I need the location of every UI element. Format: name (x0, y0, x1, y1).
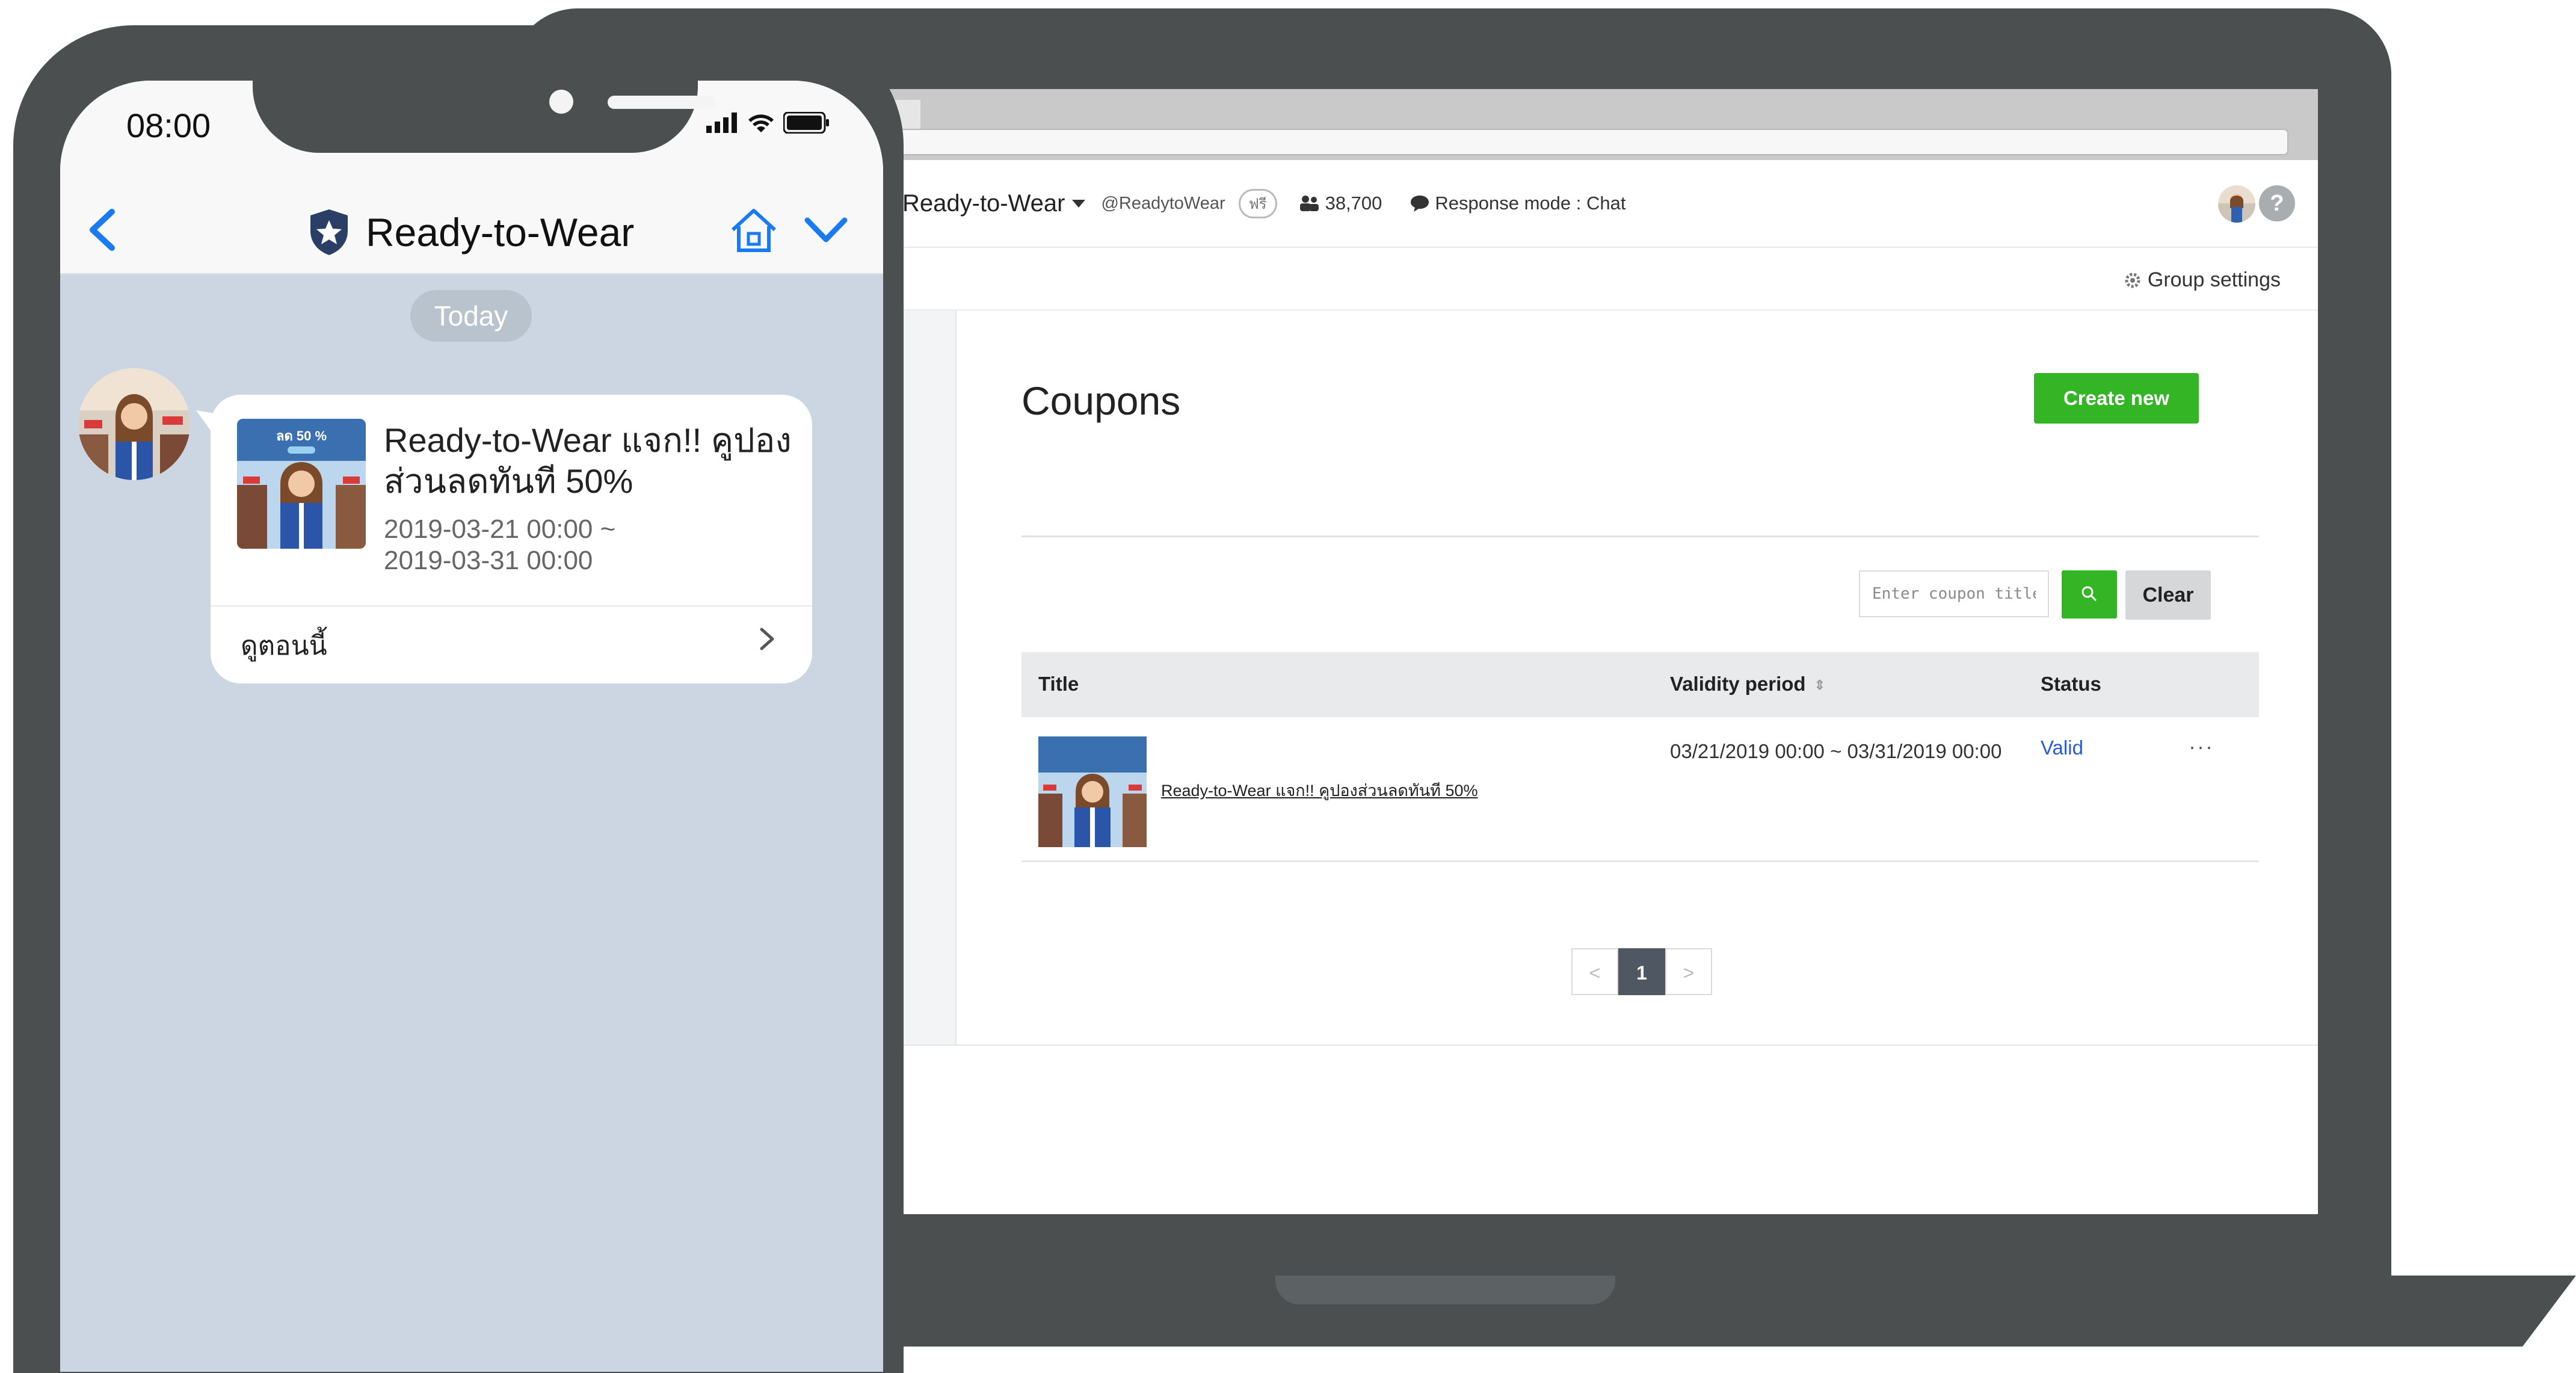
camera-dot (549, 90, 573, 114)
pagination-prev[interactable]: < (1571, 948, 1618, 995)
friends-count-value: 38,700 (1325, 193, 1382, 214)
group-settings-label: Group settings (2147, 268, 2281, 291)
page-title: Coupons (1021, 378, 1181, 423)
status-time: 08:00 (126, 106, 211, 144)
clear-button[interactable]: Clear (2125, 570, 2211, 620)
table-header: Title Validity period ⇕ Status (1021, 652, 2259, 717)
coupon-status: Valid (2041, 736, 2083, 759)
battery-icon (783, 112, 829, 134)
thumb-badge: ลด 50 % (276, 428, 327, 443)
title-divider (1021, 535, 2259, 537)
back-chevron-icon[interactable] (78, 203, 126, 256)
message-date-end: 2019-03-31 00:00 (384, 546, 593, 575)
row-more-button[interactable]: ··· (2189, 734, 2214, 759)
coupons-content: Coupons Create new Clear Title Validity … (957, 310, 2318, 1044)
laptop-base (794, 1276, 2576, 1347)
message-title: Ready-to-Wear แจก!! คูปองส่วนลดทันที 50% (384, 421, 792, 500)
search-icon (2081, 586, 2097, 601)
help-icon[interactable]: ? (2259, 185, 2295, 221)
table-row: Ready-to-Wear แจก!! คูปองส่วนลดทันที 50%… (1021, 717, 2259, 862)
chevron-right-icon[interactable] (752, 621, 782, 657)
wifi-icon (748, 114, 774, 132)
phone-frame: 08:00 Ready-to-Wear Today ลด 50 % Ready-… (13, 25, 904, 1373)
column-status: Status (2041, 673, 2101, 695)
bubble-divider (211, 605, 812, 606)
laptop-trackpad-notch (1275, 1276, 1615, 1304)
message-dates: 2019-03-21 00:00 ~ 2019-03-31 00:00 (384, 514, 721, 576)
app-header: Ready-to-Wear @ReadytoWear ฟรี 38,700 Re… (872, 160, 2318, 248)
status-icons (706, 112, 830, 134)
message-date-start: 2019-03-21 00:00 ~ (384, 514, 616, 544)
column-validity-label: Validity period (1670, 673, 1806, 695)
pagination: < 1 > (1571, 948, 1712, 995)
account-handle: @ReadytoWear (1101, 193, 1225, 213)
account-avatar[interactable] (2218, 185, 2255, 223)
coupon-validity: 03/21/2019 00:00 ~ 03/31/2019 00:00 (1670, 740, 2002, 762)
message-thumbnail: ลด 50 % (237, 419, 366, 549)
coupon-search-input[interactable] (1859, 570, 2049, 617)
browser-address-bar[interactable] (872, 129, 2288, 155)
phone-notch (253, 81, 716, 153)
phone-screen: 08:00 Ready-to-Wear Today ลด 50 % Ready-… (60, 81, 883, 1372)
coupon-title-link[interactable]: Ready-to-Wear แจก!! คูปองส่วนลดทันที 50% (1161, 777, 1478, 803)
caret-down-icon[interactable] (1072, 199, 1086, 208)
chat-nav-bar: Ready-to-Wear (60, 187, 883, 275)
create-new-button[interactable]: Create new (2034, 373, 2199, 424)
sub-header: Group settings (872, 248, 2318, 310)
chevron-down-icon[interactable] (799, 206, 853, 254)
chat-bubble-icon (1411, 196, 1429, 212)
shield-star-icon (310, 209, 348, 255)
coupon-thumbnail (1038, 736, 1147, 847)
speaker-slot (608, 96, 716, 109)
account-name[interactable]: Ready-to-Wear (902, 190, 1065, 217)
pagination-page[interactable]: 1 (1618, 948, 1665, 995)
friends-count: 38,700 (1299, 193, 1382, 214)
sender-avatar[interactable] (78, 368, 190, 480)
pagination-next[interactable]: > (1665, 948, 1712, 995)
signal-icon (706, 113, 737, 133)
response-mode-label: Response mode : Chat (1435, 193, 1626, 214)
view-now-link[interactable]: ดูตอนนี้ (241, 625, 327, 667)
group-settings-link[interactable]: Group settings (2124, 268, 2281, 292)
column-validity[interactable]: Validity period ⇕ (1670, 673, 1825, 696)
column-title: Title (1038, 673, 1079, 695)
chat-title-label: Ready-to-Wear (366, 210, 635, 255)
response-mode[interactable]: Response mode : Chat (1410, 193, 1625, 214)
search-button[interactable] (2062, 570, 2117, 619)
laptop-screen: Ready-to-Wear @ReadytoWear ฟรี 38,700 Re… (872, 89, 2318, 1214)
home-icon[interactable] (727, 203, 781, 258)
page-footer (872, 1044, 2318, 1214)
gear-icon (2125, 273, 2140, 288)
plan-badge: ฟรี (1238, 188, 1277, 218)
chat-title: Ready-to-Wear (307, 208, 634, 256)
coupon-message-bubble[interactable]: ลด 50 % Ready-to-Wear แจก!! คูปองส่วนลดท… (211, 395, 812, 683)
friends-icon (1299, 196, 1319, 211)
browser-chrome (872, 89, 2318, 160)
date-divider: Today (410, 290, 532, 342)
sort-icon[interactable]: ⇕ (1814, 677, 1825, 693)
